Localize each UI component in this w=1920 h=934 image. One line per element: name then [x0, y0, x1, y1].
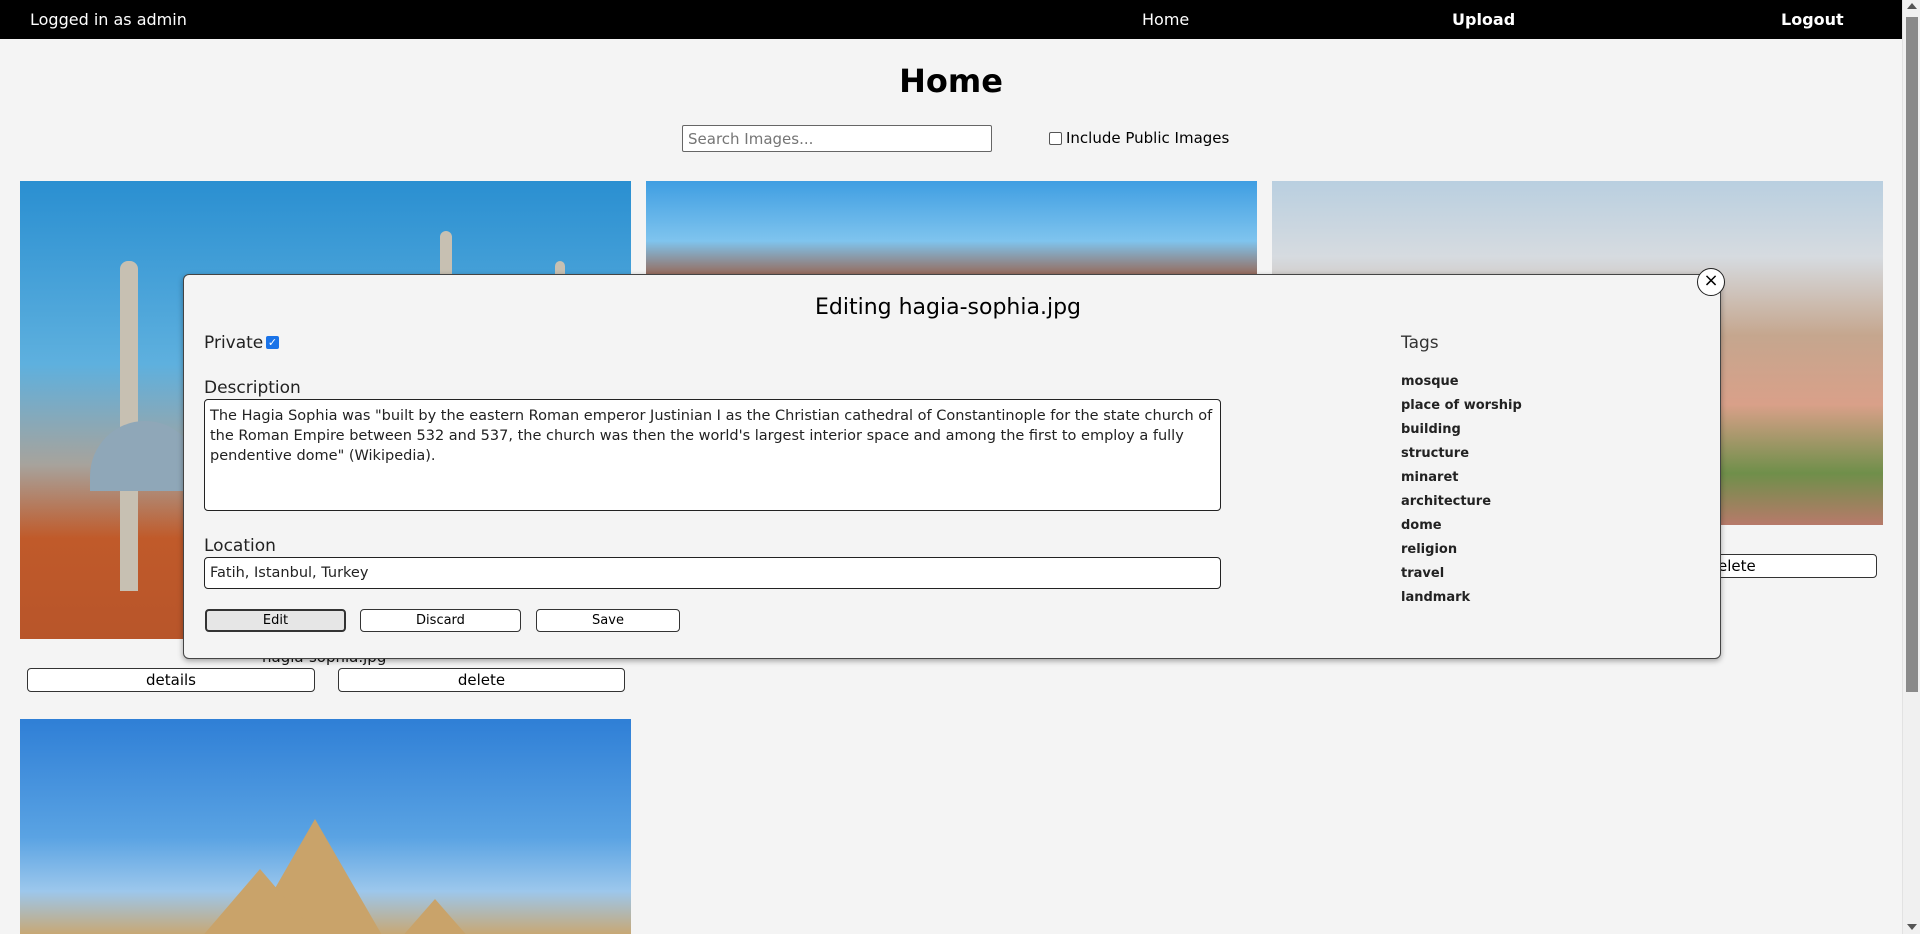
tags-heading: Tags [1401, 333, 1439, 353]
nav-upload-link[interactable]: Upload [1452, 0, 1515, 39]
description-label: Description [204, 378, 301, 398]
include-public-checkbox[interactable] [1049, 131, 1062, 145]
gallery-image-2[interactable] [646, 181, 1257, 281]
delete-button[interactable]: delete [338, 668, 625, 692]
tag-item: landmark [1401, 590, 1471, 605]
tag-item: minaret [1401, 470, 1459, 485]
pyramid-shape [200, 869, 320, 934]
include-public-toggle[interactable]: Include Public Images [1049, 129, 1229, 147]
scroll-down-arrow-icon[interactable] [1907, 924, 1917, 930]
tag-item: dome [1401, 518, 1442, 533]
close-icon: × [1703, 270, 1719, 291]
tag-item: building [1401, 422, 1461, 437]
description-textarea[interactable]: The Hagia Sophia was "built by the easte… [204, 399, 1221, 511]
page-title: Home [899, 62, 1003, 100]
discard-button[interactable]: Discard [360, 609, 521, 632]
tag-item: travel [1401, 566, 1445, 581]
location-input[interactable]: Fatih, Istanbul, Turkey [204, 557, 1221, 589]
scroll-up-arrow-icon[interactable] [1907, 3, 1917, 9]
tag-item: mosque [1401, 374, 1459, 389]
tag-item: place of worship [1401, 398, 1522, 413]
logged-in-status: Logged in as admin [30, 10, 187, 29]
private-label: Private [204, 333, 264, 353]
location-label: Location [204, 536, 276, 556]
search-input[interactable] [682, 125, 992, 152]
edit-image-modal: Editing hagia-sophia.jpg Private ✓ Descr… [183, 274, 1721, 659]
top-navbar: Logged in as admin Home Upload Logout [0, 0, 1902, 39]
close-modal-button[interactable]: × [1697, 268, 1725, 296]
details-button[interactable]: details [27, 668, 315, 692]
save-button[interactable]: Save [536, 609, 680, 632]
tag-item: architecture [1401, 494, 1492, 509]
page-scrollbar[interactable] [1902, 0, 1920, 934]
scrollbar-thumb[interactable] [1906, 17, 1918, 692]
nav-home-link[interactable]: Home [1142, 0, 1189, 39]
include-public-label: Include Public Images [1066, 129, 1230, 147]
private-checkbox[interactable]: ✓ [266, 336, 279, 349]
modal-title: Editing hagia-sophia.jpg [815, 295, 1081, 320]
edit-button[interactable]: Edit [205, 609, 346, 632]
nav-logout-link[interactable]: Logout [1781, 0, 1844, 39]
tag-item: structure [1401, 446, 1470, 461]
pyramid-shape [400, 899, 470, 934]
tag-item: religion [1401, 542, 1458, 557]
gallery-image-pyramids[interactable] [20, 719, 631, 934]
